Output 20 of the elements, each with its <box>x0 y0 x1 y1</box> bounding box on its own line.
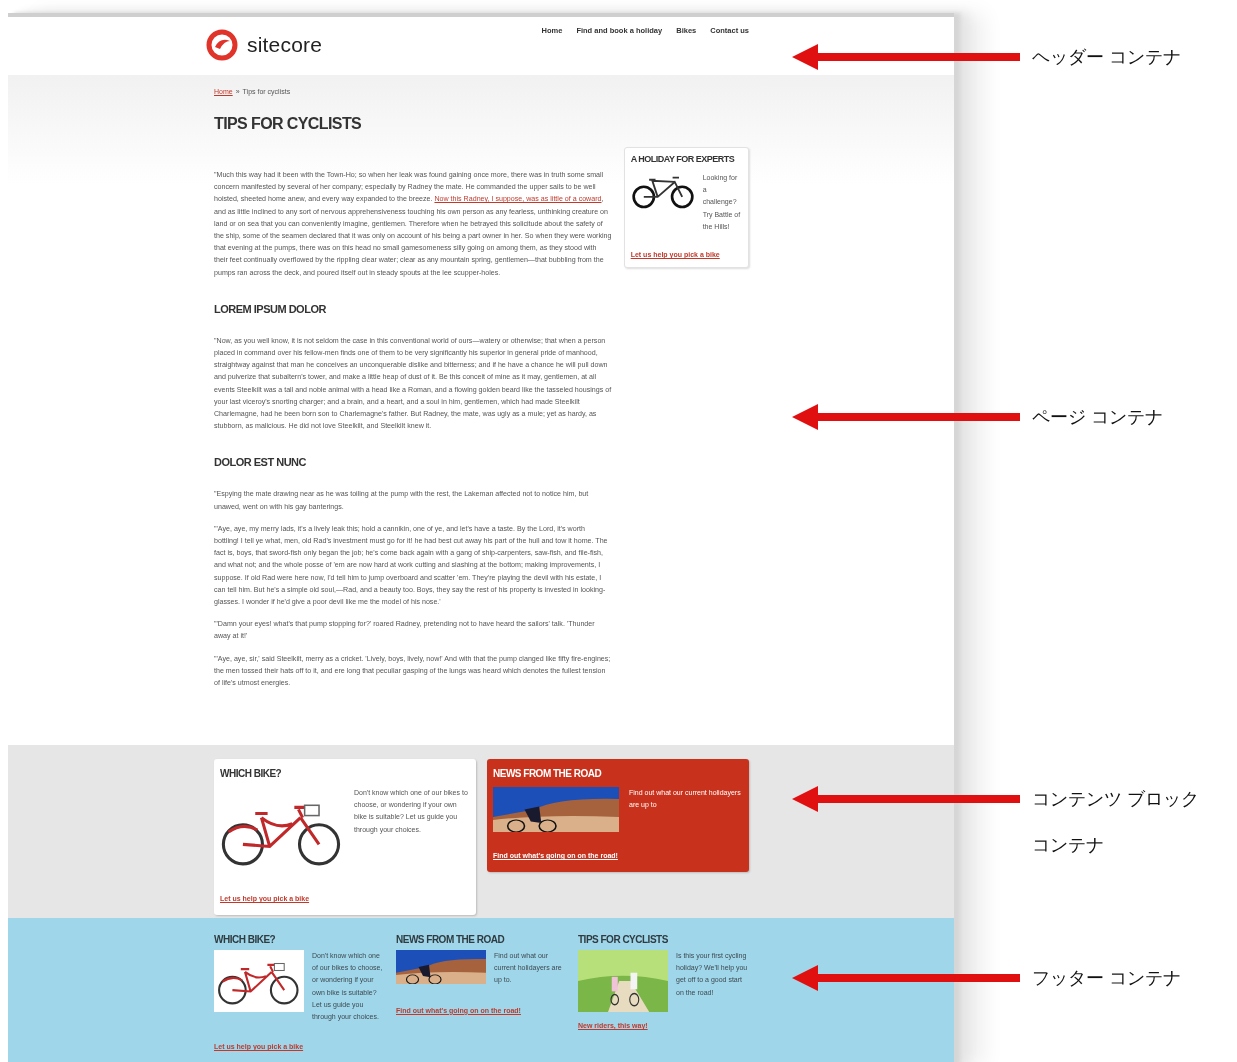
section-heading: DOLOR EST NUNC <box>214 456 306 469</box>
card-title: A HOLIDAY FOR EXPERTS <box>630 154 736 164</box>
logo-text: sitecore <box>247 33 323 57</box>
annotation-label: ページ コンテナ <box>1032 406 1163 429</box>
arrow-icon <box>792 786 1020 812</box>
footer-heading: NEWS FROM THE ROAD <box>396 934 506 945</box>
annotation-label: ヘッダー コンテナ <box>1032 46 1181 69</box>
page-title: TIPS FOR CYCLISTS <box>214 115 362 133</box>
logo-icon <box>206 29 238 61</box>
card-title: WHICH BIKE? <box>220 768 283 779</box>
annotation-label: コンテンツ ブロック <box>1032 788 1199 811</box>
arrow-icon <box>792 404 1020 430</box>
section-heading: LOREM IPSUM DOLOR <box>214 302 326 315</box>
arrow-icon <box>792 44 1020 70</box>
arrow-icon <box>792 965 1020 991</box>
footer-heading: WHICH BIKE? <box>214 934 277 945</box>
annotation-label: フッター コンテナ <box>1032 967 1181 990</box>
annotation-label: コンテナ <box>1032 834 1105 857</box>
card-title: NEWS FROM THE ROAD <box>493 768 603 779</box>
footer-heading: TIPS FOR CYCLISTS <box>578 934 669 945</box>
